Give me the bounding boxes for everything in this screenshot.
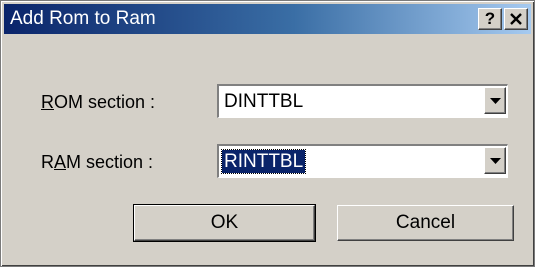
add-rom-to-ram-dialog: Add Rom to Ram ? ROM section : DINTTBL R…	[0, 0, 535, 267]
help-button[interactable]: ?	[478, 8, 502, 30]
rom-section-combobox[interactable]: DINTTBL	[217, 84, 508, 118]
ram-label-prefix: R	[41, 152, 54, 172]
rom-section-value: DINTTBL	[224, 91, 304, 112]
chevron-down-icon	[490, 158, 501, 164]
rom-label-text: OM section :	[54, 92, 156, 112]
ram-section-combobox[interactable]: RINTTBL	[217, 144, 508, 178]
close-button[interactable]	[504, 8, 528, 30]
ram-section-value: RINTTBL	[220, 149, 307, 174]
ram-label-accelerator: A	[54, 152, 67, 172]
cancel-button[interactable]: Cancel	[337, 205, 514, 241]
ok-button[interactable]: OK	[133, 204, 316, 242]
window-title: Add Rom to Ram	[10, 8, 156, 29]
ram-section-label: RAM section :	[41, 151, 153, 173]
rom-label-accelerator: R	[41, 92, 54, 112]
ram-dropdown-button[interactable]	[484, 147, 506, 174]
title-bar[interactable]: Add Rom to Ram ?	[4, 4, 531, 34]
chevron-down-icon	[490, 98, 501, 104]
close-x-icon	[510, 13, 522, 25]
help-question-icon: ?	[484, 9, 496, 28]
ram-label-text: M section :	[66, 152, 154, 172]
rom-dropdown-button[interactable]	[484, 87, 506, 114]
rom-section-label: ROM section :	[41, 91, 155, 113]
